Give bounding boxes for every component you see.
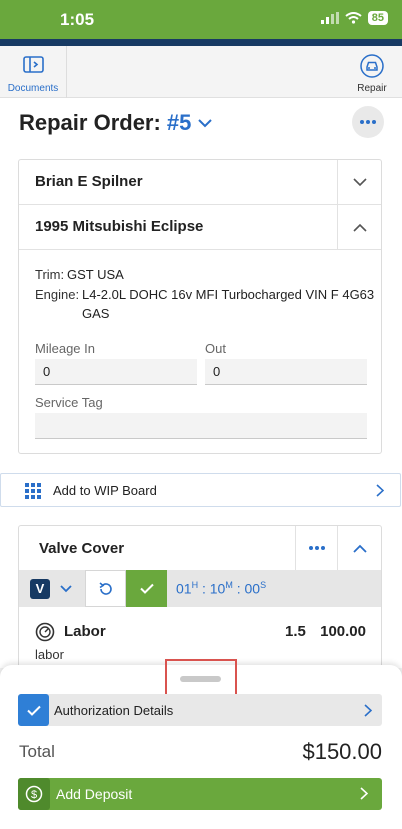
chevron-right-icon [360, 787, 368, 800]
sidebar-panel-icon [23, 56, 44, 73]
divider [19, 249, 381, 250]
line-item-title[interactable]: Labor [64, 623, 106, 640]
chevron-right-icon [364, 704, 372, 717]
chevron-down-icon[interactable] [60, 585, 72, 593]
job-status-badge[interactable]: V [30, 579, 50, 599]
accent-stripe [0, 39, 402, 46]
complete-button[interactable] [126, 570, 167, 607]
authorization-check [18, 694, 49, 726]
deposit-label: Add Deposit [56, 786, 133, 802]
repair-button[interactable]: Repair [342, 46, 402, 98]
job-collapse-button[interactable] [337, 526, 381, 570]
service-tag-label: Service Tag [35, 395, 103, 410]
svg-text:$: $ [31, 789, 37, 801]
chevron-down-icon [198, 119, 213, 128]
battery-indicator: 85 [367, 11, 388, 25]
line-item-description: labor [35, 647, 64, 662]
repair-label: Repair [357, 83, 387, 94]
service-tag-input[interactable] [35, 413, 367, 439]
add-deposit-button[interactable]: $ Add Deposit [18, 778, 382, 810]
authorization-details-button[interactable]: Authorization Details [18, 694, 382, 726]
signal-icon [320, 12, 339, 24]
documents-label: Documents [7, 83, 59, 94]
engine-label: Engine: [35, 287, 80, 302]
trim-value: GST USA [67, 267, 124, 282]
chevron-up-icon [352, 544, 367, 553]
job-timer: 01H : 10M : 00S [176, 580, 267, 597]
customer-vehicle-card: Brian E Spilner 1995 Mitsubishi Eclipse … [18, 159, 382, 454]
page-title[interactable]: Repair Order: #5 [19, 110, 213, 136]
job-title[interactable]: Valve Cover [39, 540, 124, 557]
more-options-button[interactable] [352, 106, 384, 138]
customer-name[interactable]: Brian E Spilner [35, 173, 143, 190]
status-icons: 85 [320, 11, 388, 25]
mileage-out-input[interactable]: 0 [205, 359, 367, 385]
order-number: #5 [166, 110, 192, 135]
undo-icon [98, 581, 112, 595]
wifi-icon [345, 12, 362, 24]
more-icon [308, 546, 325, 550]
job-more-button[interactable] [295, 526, 337, 570]
out-label: Out [205, 341, 226, 356]
vehicle-collapse-button[interactable] [337, 205, 381, 249]
bottom-sheet: Authorization Details Total $150.00 $ Ad… [0, 659, 402, 829]
engine-value-line2: GAS [82, 306, 110, 321]
status-time: 1:05 [60, 10, 95, 29]
check-icon [139, 583, 154, 594]
add-to-wip-board-button[interactable]: Add to WIP Board [0, 473, 401, 507]
chevron-right-icon [376, 484, 384, 497]
labor-gauge-icon [35, 622, 55, 642]
mileage-in-label: Mileage In [35, 341, 95, 356]
wip-label: Add to WIP Board [53, 483, 157, 498]
authorization-label: Authorization Details [54, 703, 174, 718]
job-card: Valve Cover V 01H : 10M : 00S Labor labo… [18, 525, 382, 675]
status-bar: 1:05 85 [0, 0, 402, 39]
grid-icon [25, 483, 41, 499]
customer-expand-button[interactable] [337, 160, 381, 204]
car-icon [360, 54, 384, 78]
main-content: Repair Order: #5 Brian E Spilner 1995 Mi… [0, 98, 402, 675]
line-item-amount: 100.00 [320, 623, 366, 640]
job-toolbar: V 01H : 10M : 00S [19, 570, 381, 607]
mileage-in-input[interactable]: 0 [35, 359, 197, 385]
engine-value-line1: L4-2.0L DOHC 16v MFI Turbocharged VIN F … [82, 287, 375, 302]
more-icon [360, 120, 376, 124]
chevron-up-icon [352, 223, 367, 232]
page-title-text: Repair Order: [19, 110, 161, 135]
total-value: $150.00 [302, 739, 382, 764]
total-label: Total [19, 742, 55, 761]
check-icon [26, 705, 41, 716]
job-header: Valve Cover [19, 526, 381, 570]
sheet-drag-handle[interactable] [180, 676, 221, 682]
documents-button[interactable]: Documents [0, 46, 67, 98]
vehicle-name[interactable]: 1995 Mitsubishi Eclipse [35, 218, 203, 235]
divider [19, 204, 381, 205]
toolbar: Documents Repair [0, 46, 402, 98]
line-item-quantity: 1.5 [285, 623, 306, 640]
chevron-down-icon [352, 177, 367, 186]
dollar-icon: $ [18, 778, 50, 810]
trim-label: Trim: [35, 267, 65, 282]
reset-timer-button[interactable] [85, 570, 126, 607]
